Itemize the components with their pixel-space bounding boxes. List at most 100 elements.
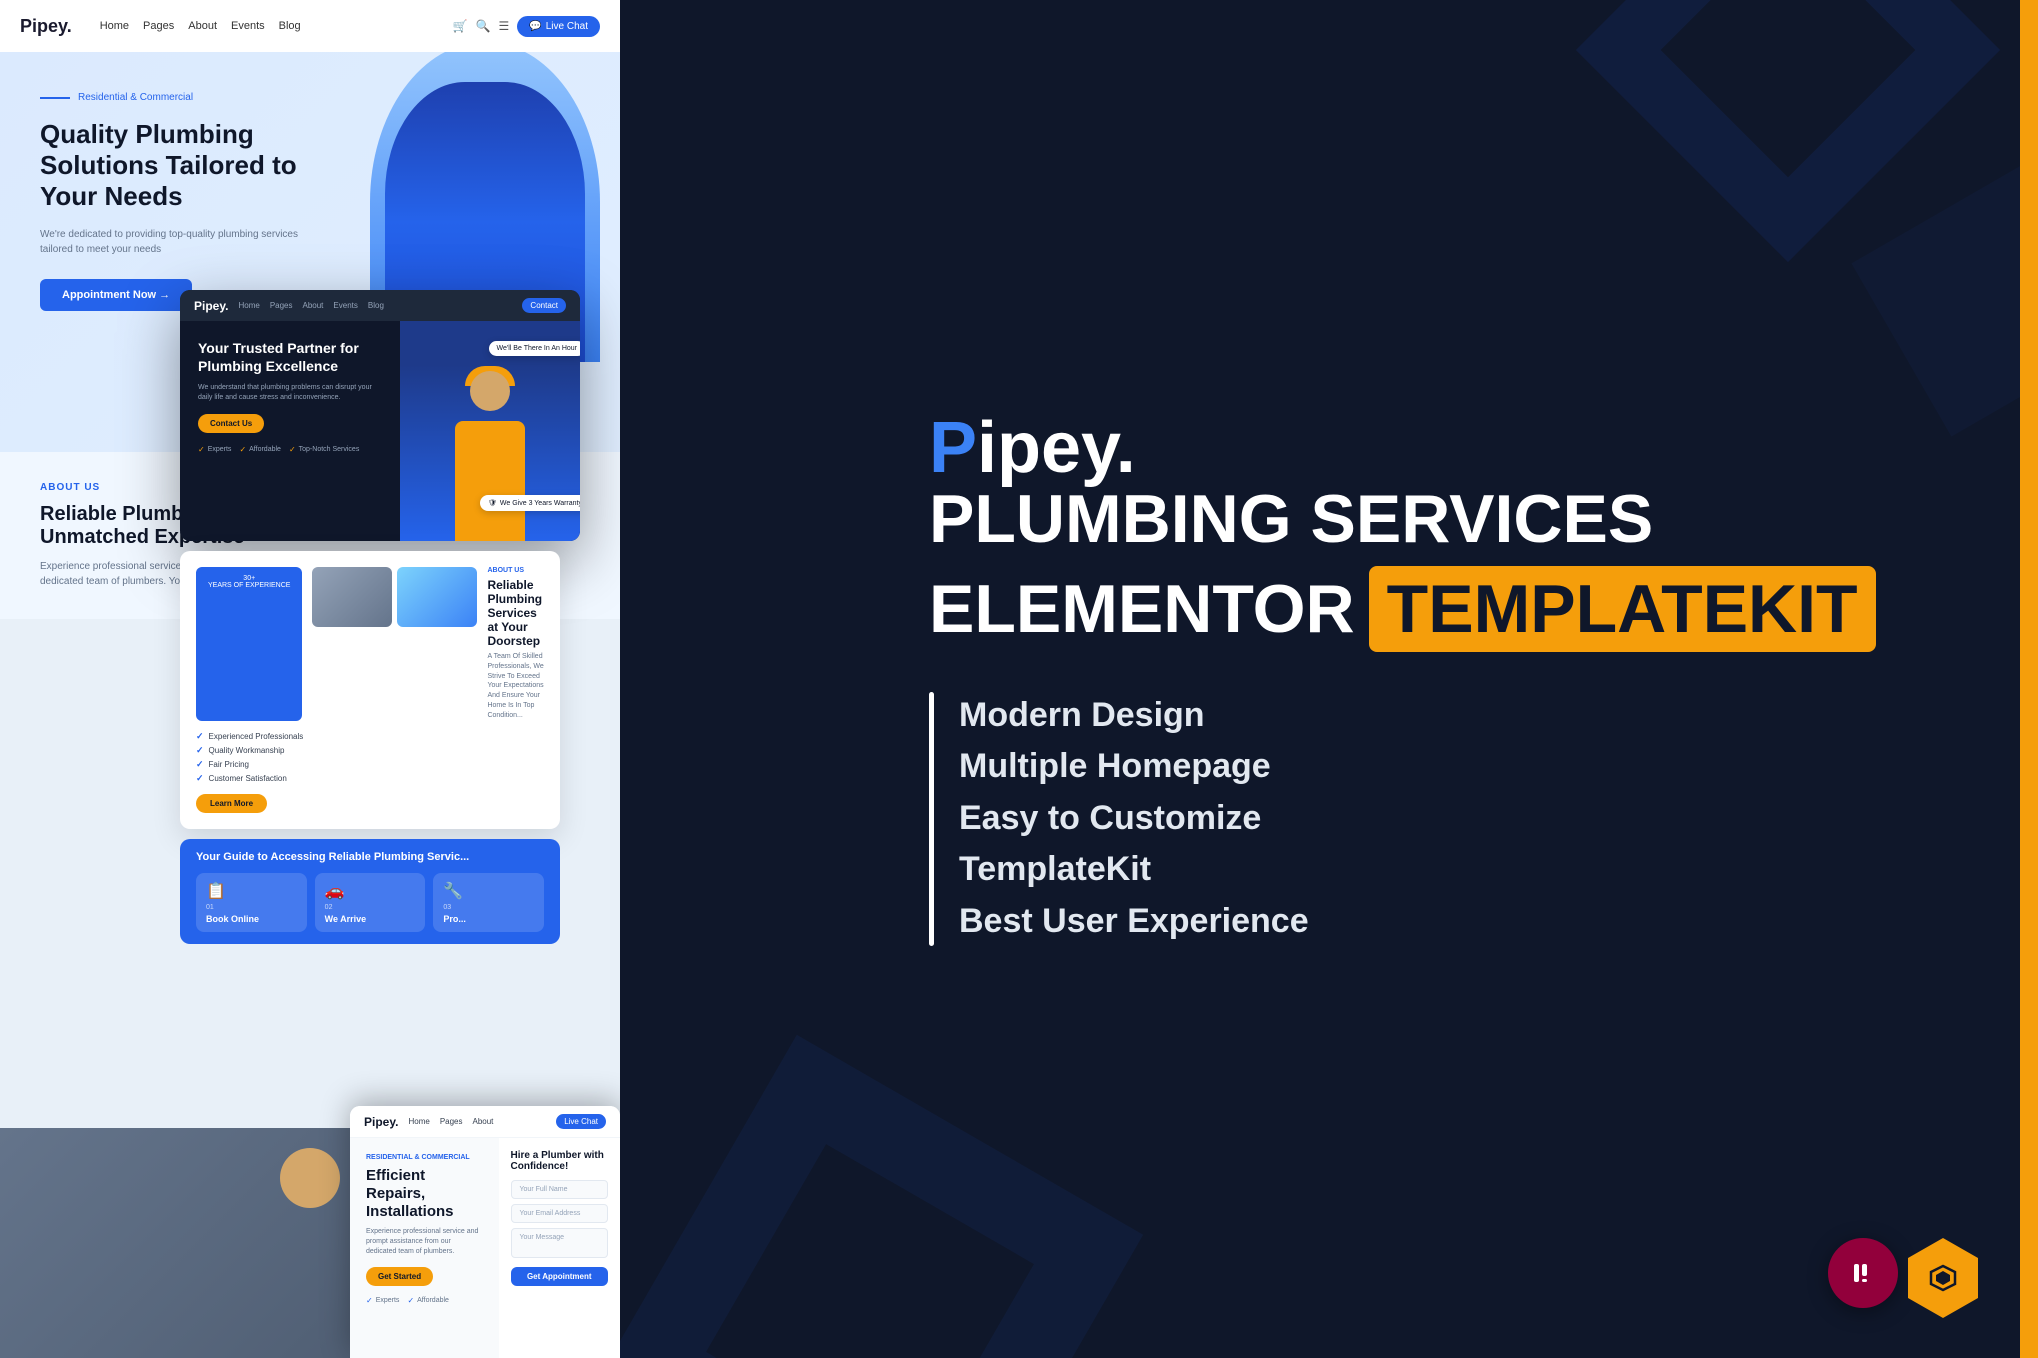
third-nav-about[interactable]: About (473, 1117, 494, 1126)
dark-nav-blog[interactable]: Blog (368, 301, 384, 310)
dark-panel-contact-btn[interactable]: Contact (522, 298, 566, 313)
third-live-chat-btn[interactable]: Live Chat (556, 1114, 606, 1129)
third-panel-logo: Pipey. (364, 1115, 398, 1129)
hexagon-icon (1908, 1238, 1978, 1318)
third-panel-nav: Pipey. Home Pages About Live Chat (350, 1106, 620, 1138)
guide-panel: Your Guide to Accessing Reliable Plumbin… (180, 839, 560, 944)
brand-rest: ipey. (977, 408, 1136, 488)
about-panel-label: ABOUT US (487, 567, 544, 574)
dark-panel-body: Your Trusted Partner for Plumbing Excell… (180, 321, 580, 541)
years-label: YEARS OF EXPERIENCE (208, 582, 290, 589)
navbar-links: Home Pages About Events Blog (100, 20, 301, 32)
third-badge-1: Affordable (407, 1296, 449, 1305)
feature-2: Easy to Customize (959, 795, 1729, 843)
guide-step-1-num: 02 (325, 904, 416, 911)
right-panel: Pipey. PLUMBING SERVICES ELEMENTOR TEMPL… (620, 0, 2038, 1358)
dark-panel-navbar: Pipey. Home Pages About Events Blog Cont… (180, 290, 580, 321)
feature-4: Best User Experience (959, 898, 1729, 946)
feature-0: Experienced Professionals (196, 731, 544, 742)
third-panel-badges: Experts Affordable (366, 1296, 483, 1305)
yellow-accent (2020, 0, 2038, 1358)
nav-blog[interactable]: Blog (279, 20, 301, 32)
panel-img-2 (397, 567, 477, 627)
dark-nav-about[interactable]: About (303, 301, 324, 310)
navbar-icons: 🛒 🔍 ☰ 💬 Live Chat (453, 16, 600, 37)
dark-nav-events[interactable]: Events (333, 301, 357, 310)
about-panel-title: Reliable Plumbing Services at Your Doors… (487, 578, 544, 648)
about-panel-text: ABOUT US Reliable Plumbing Services at Y… (487, 567, 544, 721)
guide-step-2-icon: 🔧 (443, 881, 534, 901)
hero-description: We're dedicated to providing top-quality… (40, 227, 300, 257)
guide-steps: 📋 01 Book Online 🚗 02 We Arrive 🔧 03 Pro… (196, 873, 544, 932)
get-started-button[interactable]: Get Started (366, 1267, 433, 1286)
third-panel-links: Home Pages About (408, 1117, 493, 1126)
dark-panel-cta[interactable]: Contact Us (198, 414, 264, 433)
about-features-list: Experienced Professionals Quality Workma… (196, 731, 544, 784)
third-panel-title: Efficient Repairs, Installations (366, 1167, 483, 1221)
about-panel-desc: A Team Of Skilled Professionals, We Stri… (487, 652, 544, 721)
feature-0: Modern Design (959, 692, 1729, 740)
form-field-message[interactable]: Your Message (511, 1228, 609, 1258)
third-panel-badge: Residential & Commercial (366, 1154, 483, 1161)
learn-more-button[interactable]: Learn More (196, 794, 267, 813)
nav-events[interactable]: Events (231, 20, 265, 32)
dark-panel-logo: Pipey. (194, 299, 228, 313)
worker-head (280, 1148, 340, 1208)
third-panel-overlay: Pipey. Home Pages About Live Chat Reside… (350, 1106, 620, 1358)
badge-affordable: Affordable (239, 445, 281, 454)
guide-step-1-icon: 🚗 (325, 881, 416, 901)
live-chat-button[interactable]: 💬 Live Chat (517, 16, 600, 37)
nav-home[interactable]: Home (100, 20, 129, 32)
form-field-name[interactable]: Your Full Name (511, 1180, 609, 1199)
form-field-email[interactable]: Your Email Address (511, 1204, 609, 1223)
appointment-button[interactable]: Appointment Now → (40, 279, 192, 311)
badge-hour: We'll Be There In An Hour (489, 341, 580, 356)
badge-warranty-text: We Give 3 Years Warranty (500, 500, 580, 507)
hero-title: Quality Plumbing Solutions Tailored to Y… (40, 119, 320, 213)
cart-icon[interactable]: 🛒 (453, 19, 468, 33)
nav-pages[interactable]: Pages (143, 20, 174, 32)
guide-step-0-icon: 📋 (206, 881, 297, 901)
badge-warranty: 🛡 We Give 3 Years Warranty (480, 495, 580, 511)
dark-panel-content: Your Trusted Partner for Plumbing Excell… (180, 321, 400, 541)
feature-1: Multiple Homepage (959, 743, 1729, 791)
years-number: 30+ (208, 575, 290, 582)
menu-icon[interactable]: ☰ (499, 19, 510, 33)
guide-step-2-num: 03 (443, 904, 534, 911)
feature-1: Quality Workmanship (196, 745, 544, 756)
badge-experts: Experts (198, 445, 231, 454)
live-chat-label: Live Chat (546, 21, 588, 32)
third-panel-content: Residential & Commercial Efficient Repai… (350, 1138, 499, 1358)
third-nav-home[interactable]: Home (408, 1117, 429, 1126)
dark-panel: Pipey. Home Pages About Events Blog Cont… (180, 290, 580, 541)
dark-nav-home[interactable]: Home (238, 301, 259, 310)
feature-3: TemplateKit (959, 846, 1729, 894)
guide-title: Your Guide to Accessing Reliable Plumbin… (196, 851, 544, 863)
dark-panel-links: Home Pages About Events Blog (238, 301, 383, 310)
feature-3: Customer Satisfaction (196, 773, 544, 784)
search-icon[interactable]: 🔍 (476, 19, 491, 33)
main-tagline: PLUMBING SERVICES (929, 484, 1729, 555)
guide-step-0-num: 01 (206, 904, 297, 911)
hire-form-title: Hire a Plumber with Confidence! (511, 1150, 609, 1172)
guide-step-2-title: Pro... (443, 914, 534, 924)
hire-form: Hire a Plumber with Confidence! Your Ful… (499, 1138, 621, 1358)
brand-blue-p: P (929, 408, 977, 488)
get-appointment-button[interactable]: Get Appointment (511, 1267, 609, 1286)
left-panel: Pipey. Home Pages About Events Blog 🛒 🔍 … (0, 0, 620, 1358)
third-panel-body: Residential & Commercial Efficient Repai… (350, 1138, 620, 1358)
third-nav-pages[interactable]: Pages (440, 1117, 463, 1126)
third-badge-0: Experts (366, 1296, 399, 1305)
dark-panel-badges: Experts Affordable Top-Notch Services (198, 445, 382, 454)
worker-head-dark (470, 371, 510, 411)
dark-nav-pages[interactable]: Pages (270, 301, 293, 310)
nav-about[interactable]: About (188, 20, 217, 32)
chat-icon: 💬 (529, 21, 541, 32)
panel-img-1 (312, 567, 392, 627)
guide-step-1: 🚗 02 We Arrive (315, 873, 426, 932)
bottom-icons (1828, 1238, 1978, 1318)
dark-panel-desc: We understand that plumbing problems can… (198, 383, 382, 403)
third-panel-right: Hire a Plumber with Confidence! Your Ful… (499, 1138, 621, 1358)
third-panel-desc: Experience professional service and prom… (366, 1227, 483, 1256)
guide-step-0-title: Book Online (206, 914, 297, 924)
